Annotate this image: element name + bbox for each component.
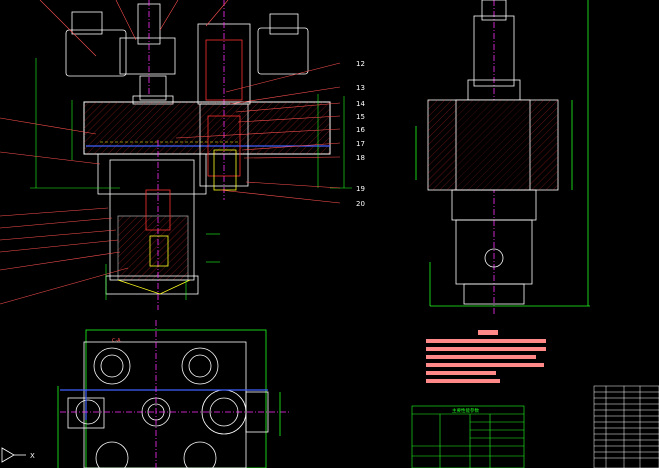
- part-number-14: 14: [356, 100, 365, 108]
- cad-drawing-canvas[interactable]: 12 13 14 15 16 17 18 19 20 C-A 主要性能参数 X: [0, 0, 659, 468]
- part-number-20: 20: [356, 200, 365, 208]
- part-number-18: 18: [356, 154, 365, 162]
- bottom-plan-view: C-A: [57, 320, 290, 468]
- part-number-19: 19: [356, 185, 365, 193]
- left-solenoid-connector: [65, 0, 176, 105]
- part-number-12: 12: [356, 60, 365, 68]
- right-elevation-view: [415, 0, 590, 316]
- cartridge-lower-body: [97, 140, 207, 310]
- ucs-x-axis-label: X: [30, 452, 35, 460]
- part-number-13: 13: [356, 84, 365, 92]
- part-number-17: 17: [356, 140, 365, 148]
- parameter-table-title: 主要性能参数: [452, 407, 479, 414]
- section-view-label: C-A: [112, 338, 121, 344]
- right-solenoid-connector: [197, 0, 309, 200]
- main-section-view: 12 13 14 15 16 17 18 19 20: [0, 0, 365, 310]
- dimension-lines-main: [30, 58, 352, 300]
- title-block: [593, 385, 659, 468]
- performance-parameter-table: 主要性能参数: [411, 405, 525, 468]
- part-number-16: 16: [356, 126, 365, 134]
- technical-requirements: [426, 330, 546, 383]
- ucs-icon: X: [1, 447, 35, 463]
- part-number-15: 15: [356, 113, 365, 121]
